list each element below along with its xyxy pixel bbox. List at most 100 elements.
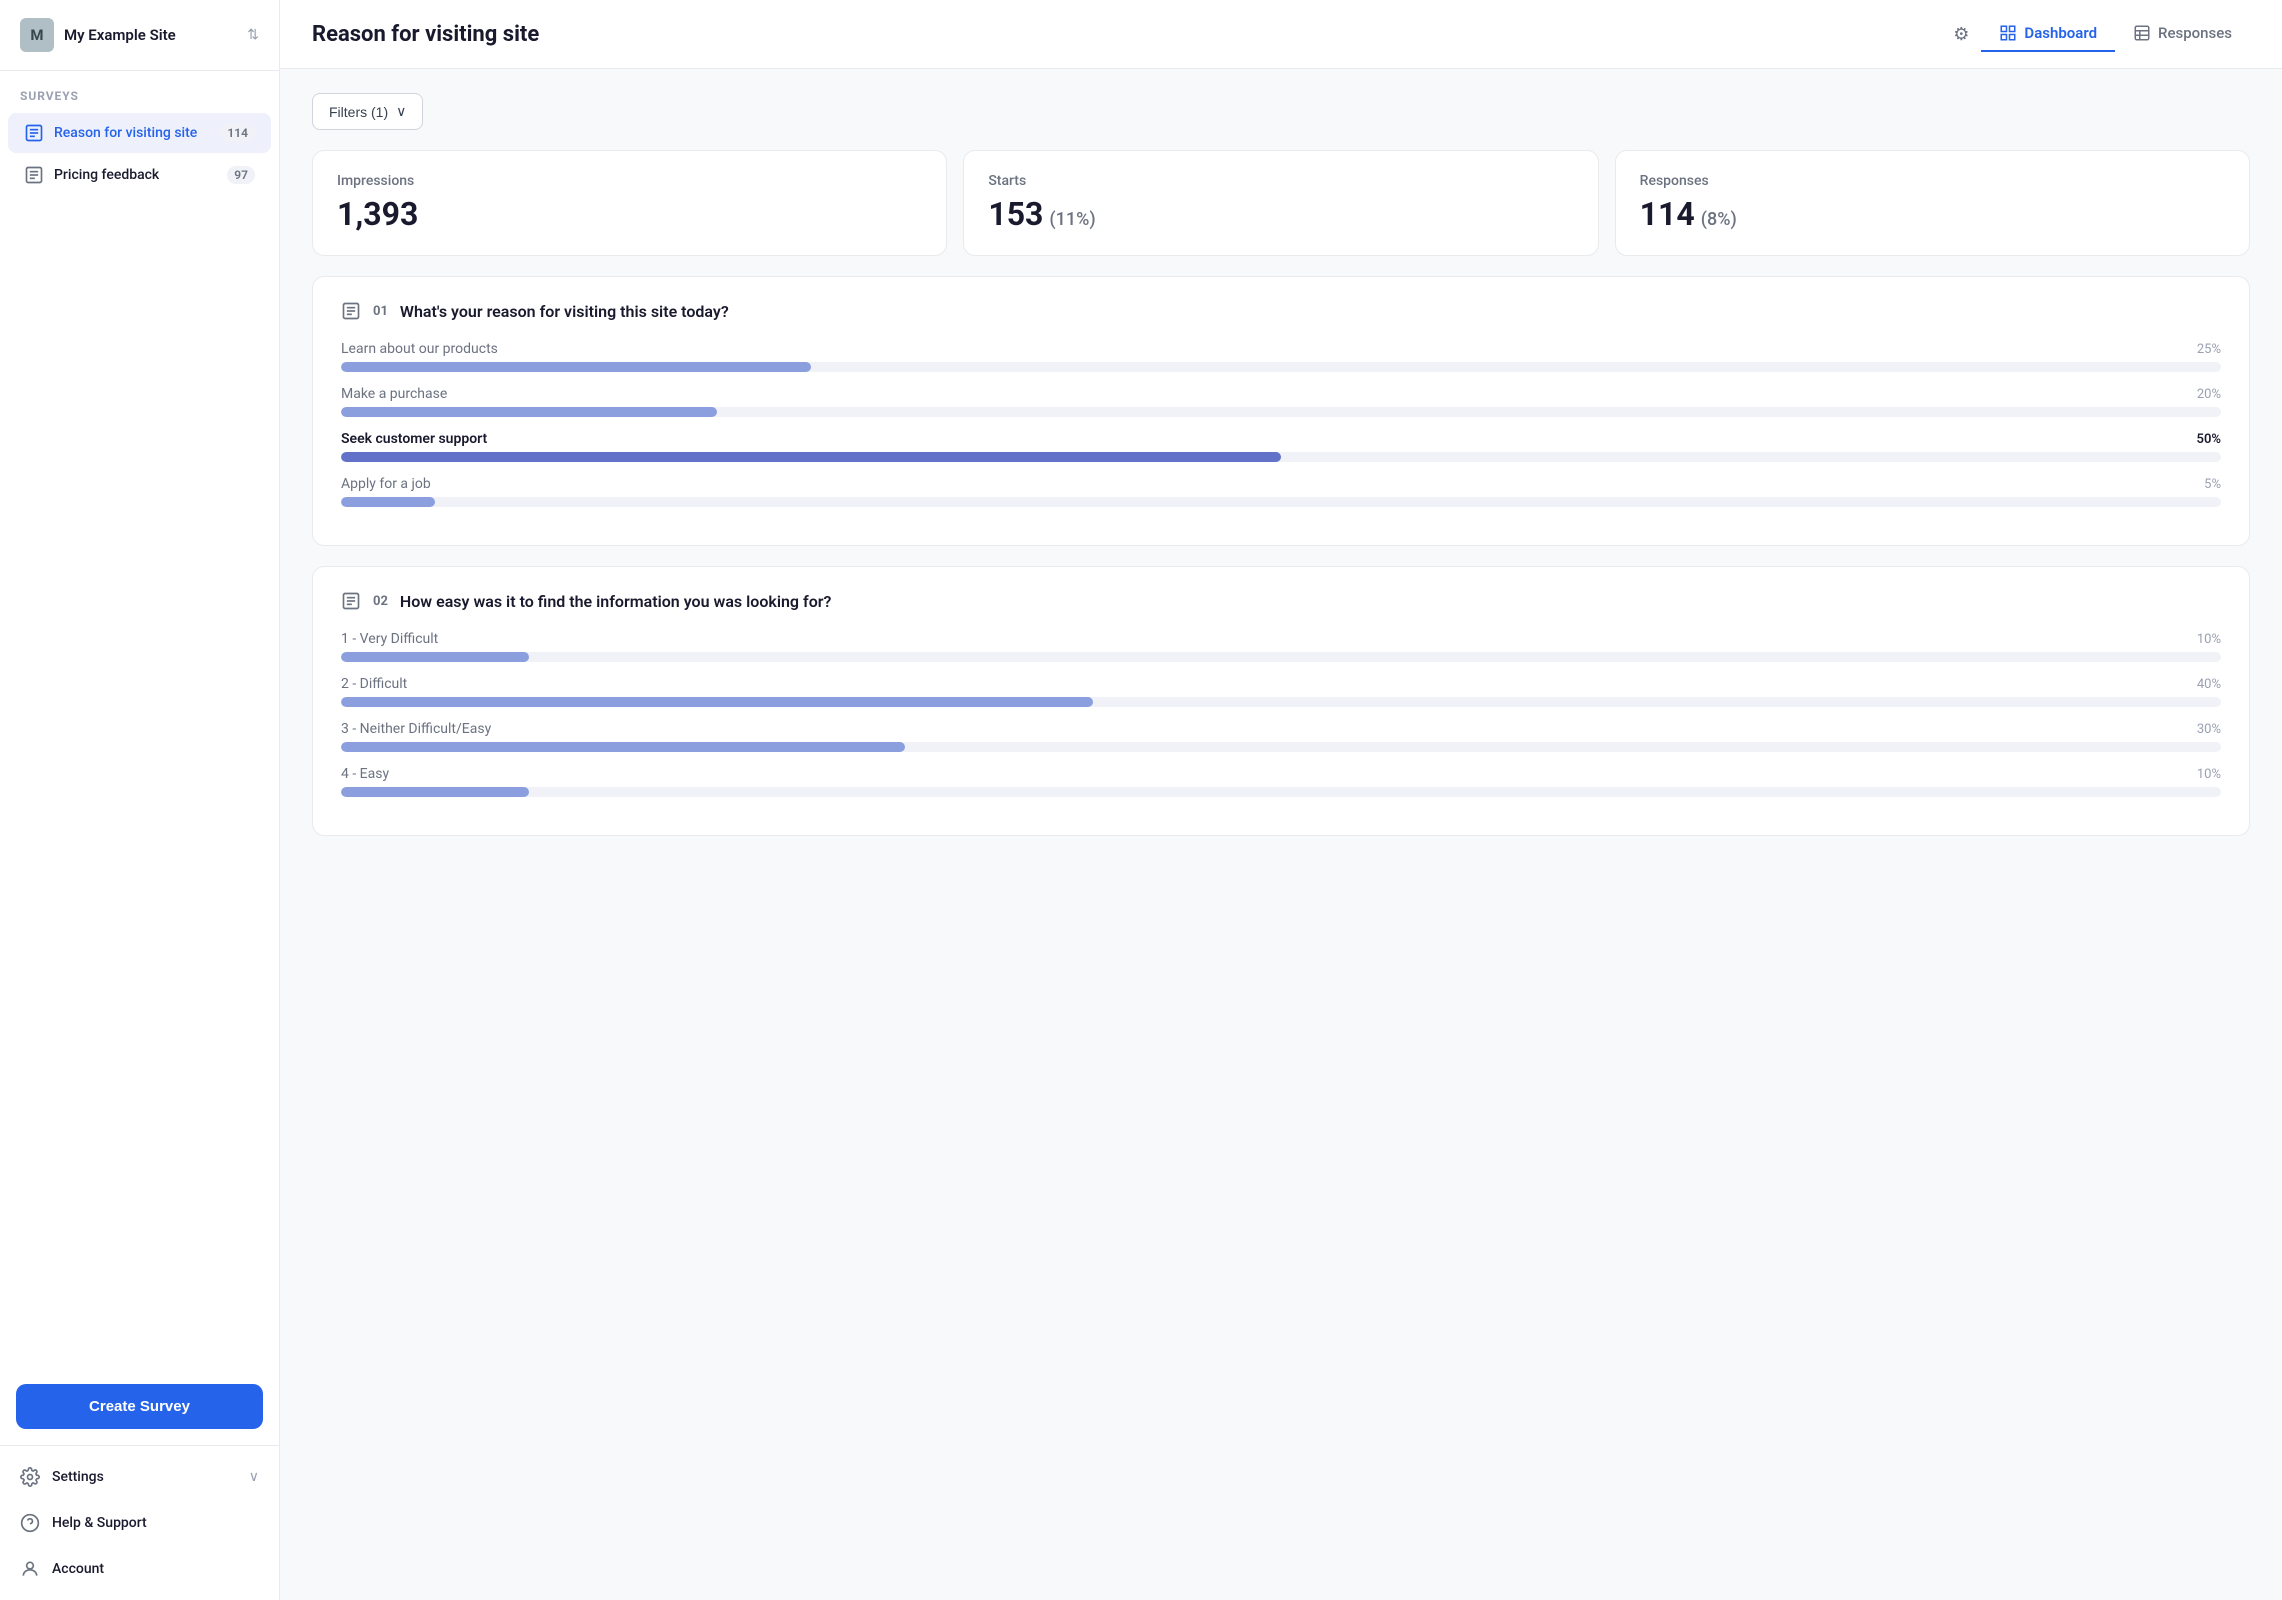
bar-pct: 20% bbox=[2197, 387, 2221, 402]
stat-card-impressions: Impressions 1,393 bbox=[312, 150, 947, 256]
bar-label: 2 - Difficult bbox=[341, 676, 407, 692]
bar-fill bbox=[341, 652, 529, 662]
question-text: How easy was it to find the information … bbox=[400, 592, 831, 611]
bar-track bbox=[341, 452, 2221, 462]
bar-pct: 25% bbox=[2197, 342, 2221, 357]
bar-fill bbox=[341, 452, 1281, 462]
question-icon bbox=[341, 591, 361, 611]
bar-track bbox=[341, 362, 2221, 372]
bar-row: 1 - Very Difficult 10% bbox=[341, 631, 2221, 662]
tab-responses-label: Responses bbox=[2158, 24, 2232, 42]
bar-track bbox=[341, 652, 2221, 662]
stat-pct-responses: (8%) bbox=[1701, 209, 1737, 230]
bar-label: Learn about our products bbox=[341, 341, 498, 357]
question-card-q2: 02 How easy was it to find the informati… bbox=[312, 566, 2250, 836]
sidebar-item-help[interactable]: Help & Support bbox=[0, 1500, 279, 1546]
bar-pct: 40% bbox=[2197, 677, 2221, 692]
sidebar-survey-reason[interactable]: Reason for visiting site 114 bbox=[8, 113, 271, 153]
bar-track bbox=[341, 787, 2221, 797]
stat-pct-starts: (11%) bbox=[1049, 209, 1095, 230]
bar-pct: 30% bbox=[2197, 722, 2221, 737]
bar-row: 4 - Easy 10% bbox=[341, 766, 2221, 797]
topbar: Reason for visiting site ⚙ Dashboard Res… bbox=[280, 0, 2282, 69]
stat-card-starts: Starts 153(11%) bbox=[963, 150, 1598, 256]
account-icon bbox=[20, 1559, 40, 1579]
bar-fill bbox=[341, 787, 529, 797]
bar-pct: 50% bbox=[2197, 432, 2221, 447]
bar-row: 3 - Neither Difficult/Easy 30% bbox=[341, 721, 2221, 752]
stat-label-impressions: Impressions bbox=[337, 173, 922, 189]
filter-button[interactable]: Filters (1) ∨ bbox=[312, 93, 423, 130]
tab-dashboard-label: Dashboard bbox=[2024, 24, 2097, 42]
settings-chevron-icon: ∨ bbox=[249, 1469, 259, 1485]
bar-pct: 10% bbox=[2197, 767, 2221, 782]
sidebar: M My Example Site ⇅ Surveys Reason for v… bbox=[0, 0, 280, 1600]
survey-item-badge: 97 bbox=[227, 166, 255, 184]
sidebar-bottom: Settings ∨ Help & Support Account bbox=[0, 1445, 279, 1600]
chevron-icon: ⇅ bbox=[247, 27, 259, 43]
bar-pct: 5% bbox=[2204, 477, 2221, 492]
create-survey-button[interactable]: Create Survey bbox=[16, 1384, 263, 1429]
question-num: 01 bbox=[373, 304, 388, 319]
bar-row: Make a purchase 20% bbox=[341, 386, 2221, 417]
question-header: 02 How easy was it to find the informati… bbox=[341, 591, 2221, 611]
dashboard-tab-icon bbox=[1999, 24, 2017, 42]
stat-label-responses: Responses bbox=[1640, 173, 2225, 189]
questions-container: 01 What's your reason for visiting this … bbox=[312, 276, 2250, 856]
bar-track bbox=[341, 497, 2221, 507]
filter-bar: Filters (1) ∨ bbox=[312, 93, 2250, 130]
account-label: Account bbox=[52, 1561, 259, 1577]
bar-fill bbox=[341, 407, 717, 417]
settings-label: Settings bbox=[52, 1469, 237, 1485]
site-name: My Example Site bbox=[64, 26, 237, 44]
bar-label: Make a purchase bbox=[341, 386, 447, 402]
bar-row: Apply for a job 5% bbox=[341, 476, 2221, 507]
bar-label: Apply for a job bbox=[341, 476, 431, 492]
bar-row: Seek customer support 50% bbox=[341, 431, 2221, 462]
filter-label: Filters (1) bbox=[329, 104, 388, 120]
bar-label: Seek customer support bbox=[341, 431, 487, 447]
stats-row: Impressions 1,393 Starts 153(11%) Respon… bbox=[312, 150, 2250, 256]
survey-item-label: Pricing feedback bbox=[54, 167, 217, 183]
stat-label-starts: Starts bbox=[988, 173, 1573, 189]
help-label: Help & Support bbox=[52, 1515, 259, 1531]
survey-item-badge: 114 bbox=[220, 124, 255, 142]
question-text: What's your reason for visiting this sit… bbox=[400, 302, 729, 321]
bar-fill bbox=[341, 697, 1093, 707]
survey-icon bbox=[24, 165, 44, 185]
help-icon bbox=[20, 1513, 40, 1533]
tab-responses[interactable]: Responses bbox=[2115, 16, 2250, 52]
stat-card-responses: Responses 114(8%) bbox=[1615, 150, 2250, 256]
settings-icon bbox=[20, 1467, 40, 1487]
page-settings-icon[interactable]: ⚙ bbox=[1953, 24, 1969, 45]
avatar: M bbox=[20, 18, 54, 52]
bar-label: 3 - Neither Difficult/Easy bbox=[341, 721, 491, 737]
filter-chevron-icon: ∨ bbox=[396, 103, 406, 120]
bar-label: 1 - Very Difficult bbox=[341, 631, 438, 647]
bar-track bbox=[341, 407, 2221, 417]
bar-row: Learn about our products 25% bbox=[341, 341, 2221, 372]
question-header: 01 What's your reason for visiting this … bbox=[341, 301, 2221, 321]
bar-fill bbox=[341, 497, 435, 507]
surveys-section-label: Surveys bbox=[0, 71, 279, 111]
site-selector[interactable]: M My Example Site ⇅ bbox=[0, 0, 279, 71]
stat-value-starts: 153(11%) bbox=[988, 195, 1573, 233]
tab-dashboard[interactable]: Dashboard bbox=[1981, 16, 2115, 52]
content-area: Filters (1) ∨ Impressions 1,393 Starts 1… bbox=[280, 69, 2282, 1600]
tab-nav: Dashboard Responses bbox=[1981, 16, 2250, 52]
question-card-q1: 01 What's your reason for visiting this … bbox=[312, 276, 2250, 546]
bar-fill bbox=[341, 742, 905, 752]
survey-icon bbox=[24, 123, 44, 143]
sidebar-item-account[interactable]: Account bbox=[0, 1546, 279, 1592]
sidebar-survey-pricing[interactable]: Pricing feedback 97 bbox=[8, 155, 271, 195]
question-num: 02 bbox=[373, 594, 388, 609]
question-icon bbox=[341, 301, 361, 321]
responses-tab-icon bbox=[2133, 24, 2151, 42]
stat-value-impressions: 1,393 bbox=[337, 195, 922, 233]
bar-pct: 10% bbox=[2197, 632, 2221, 647]
bar-track bbox=[341, 697, 2221, 707]
survey-list: Reason for visiting site 114 Pricing fee… bbox=[0, 111, 279, 197]
page-title: Reason for visiting site bbox=[312, 22, 1933, 47]
bar-row: 2 - Difficult 40% bbox=[341, 676, 2221, 707]
sidebar-item-settings[interactable]: Settings ∨ bbox=[0, 1454, 279, 1500]
